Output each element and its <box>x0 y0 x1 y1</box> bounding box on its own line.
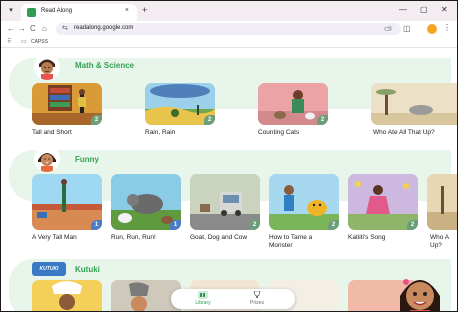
restore-button[interactable]: ▢ <box>420 5 428 14</box>
reload-icon[interactable]: C <box>30 24 36 34</box>
book-title[interactable]: Who A Up? <box>430 234 457 250</box>
library-page: Math & Science 2 Tall and Short 2 Rain, … <box>1 48 457 311</box>
book-level-badge: 2 <box>317 115 328 125</box>
book-title[interactable]: Katiiti's Song <box>348 234 385 242</box>
address-bar[interactable]: ⇆ readalong.google.com ☆ <box>56 23 401 35</box>
browser-window: ▾ Read Along × + — ▢ ✕ ← → C ⌂ ⇆ readalo… <box>0 0 458 312</box>
tab-strip: ▾ Read Along × + — ▢ ✕ <box>1 1 457 21</box>
url-text: readalong.google.com <box>74 25 134 31</box>
kutuki-logo: KUTUKI <box>32 262 66 276</box>
category-avatar-funny <box>34 146 60 172</box>
book-level-badge: 2 <box>249 220 260 230</box>
book-level-badge: 1 <box>91 220 102 230</box>
book-card-who-ate-all-that-up[interactable] <box>371 83 457 125</box>
read-along-favicon-icon <box>27 8 36 17</box>
book-card-kutuki-1[interactable] <box>32 280 102 311</box>
book-card-katiitis-song[interactable]: 2 <box>348 174 418 230</box>
book-card-tall-and-short[interactable]: 2 <box>32 83 102 125</box>
book-level-badge: 2 <box>91 115 102 125</box>
book-title[interactable]: A Very Tall Man <box>32 234 77 242</box>
book-card-how-to-tame-a-monster[interactable]: 2 <box>269 174 339 230</box>
book-level-badge: 1 <box>170 220 181 230</box>
tab-read-along[interactable]: Read Along × <box>21 4 137 21</box>
book-card-rain-rain[interactable]: 2 <box>145 83 215 125</box>
book-title[interactable]: Run, Run, Run! <box>111 234 156 242</box>
trophy-icon <box>253 291 261 298</box>
forward-icon[interactable]: → <box>18 24 26 34</box>
kutuki-mascot-illustration <box>394 270 446 311</box>
apps-icon[interactable]: ⠿ <box>7 38 11 45</box>
category-title-kutuki: Kutuki <box>75 265 100 274</box>
book-card-counting-cats[interactable]: 2 <box>258 83 328 125</box>
category-avatar-math-science <box>34 54 60 80</box>
book-card-a-very-tall-man[interactable]: 1 <box>32 174 102 230</box>
site-settings-icon[interactable]: ⇆ <box>62 24 68 32</box>
extensions-icon[interactable]: ◫ <box>403 24 411 34</box>
book-cover-who-a-up <box>427 174 457 230</box>
book-title[interactable]: How to Tame a Monster <box>269 234 337 250</box>
menu-kebab-icon[interactable]: ⋮ <box>443 23 451 32</box>
book-title[interactable]: Counting Cats <box>258 129 299 137</box>
new-tab-button[interactable]: + <box>142 5 147 15</box>
tab-dropdown-icon[interactable]: ▾ <box>6 6 16 16</box>
library-icon <box>198 291 208 299</box>
tab-close-icon[interactable]: × <box>125 7 129 14</box>
category-title-math-science: Math & Science <box>75 61 135 70</box>
cast-icon[interactable]: ▭ <box>384 24 392 34</box>
book-title[interactable]: Who Ate All That Up? <box>373 129 435 137</box>
back-icon[interactable]: ← <box>7 24 15 34</box>
book-title[interactable]: Goat, Dog and Cow <box>190 234 258 242</box>
profile-icon[interactable] <box>427 24 437 34</box>
book-level-badge: 2 <box>328 220 339 230</box>
book-cover-who-ate-all-that-up <box>371 83 457 125</box>
home-icon[interactable]: ⌂ <box>42 24 47 34</box>
book-card-run-run-run[interactable]: 1 <box>111 174 181 230</box>
category-title-funny: Funny <box>75 155 99 164</box>
folder-icon[interactable]: ▭ <box>21 38 27 45</box>
bookmarks-bar: ⠿ ▭ CAPSS <box>1 37 457 48</box>
book-card-goat-dog-and-cow[interactable]: 2 <box>190 174 260 230</box>
book-cover-kutuki-1 <box>32 280 102 311</box>
bottom-navigation: Library Prizes <box>171 289 295 309</box>
nav-library[interactable]: Library <box>183 291 223 306</box>
close-window-button[interactable]: ✕ <box>441 5 448 14</box>
book-level-badge: 2 <box>407 220 418 230</box>
book-card-who-a-up[interactable] <box>427 174 457 230</box>
bookmark-folder-label[interactable]: CAPSS <box>31 39 48 45</box>
minimize-button[interactable]: — <box>399 5 407 14</box>
tab-title: Read Along <box>41 8 73 14</box>
book-title[interactable]: Rain, Rain <box>145 129 175 137</box>
address-toolbar: ← → C ⌂ ⇆ readalong.google.com ☆ ▭ ◫ ⋮ <box>1 21 457 37</box>
book-title[interactable]: Tall and Short <box>32 129 72 137</box>
nav-library-label: Library <box>195 300 211 306</box>
book-level-badge: 2 <box>204 115 215 125</box>
nav-prizes[interactable]: Prizes <box>237 291 277 306</box>
nav-prizes-label: Prizes <box>250 300 264 306</box>
